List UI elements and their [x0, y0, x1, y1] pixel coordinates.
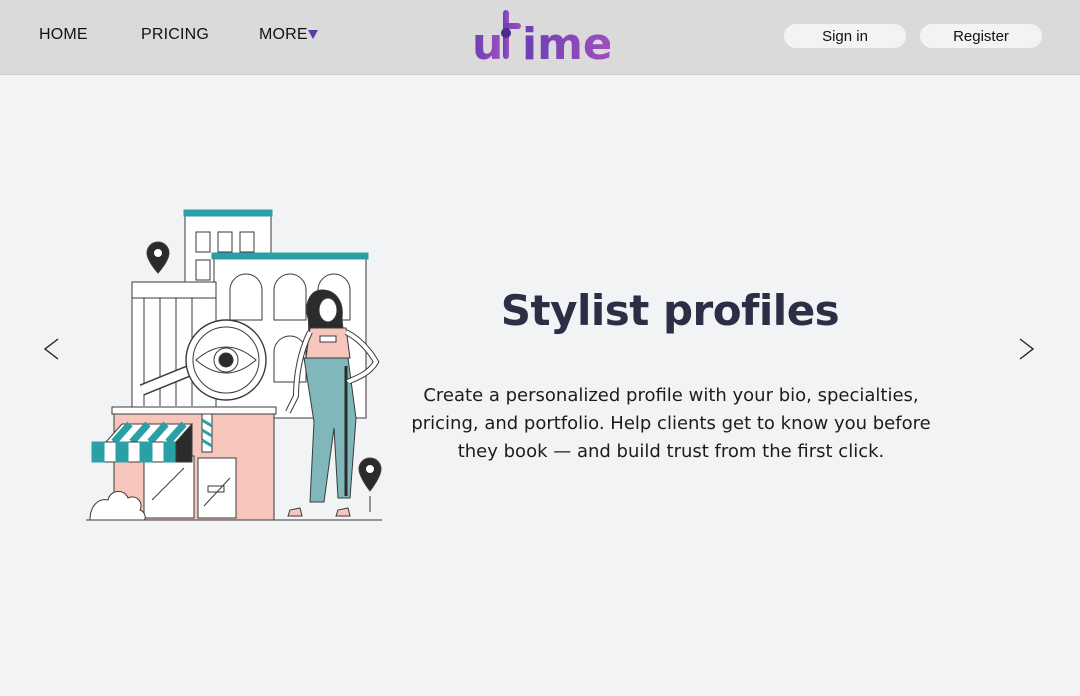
caret-down-icon[interactable]	[308, 30, 318, 39]
slide-description: Create a personalized profile with your …	[411, 385, 931, 462]
slide-title: Stylist profiles	[500, 286, 840, 335]
nav-more-dropdown[interactable]: MORE	[259, 26, 308, 44]
logo-text-start: u	[472, 19, 503, 68]
utime-logo[interactable]: u ime	[470, 6, 610, 68]
chevron-right-icon[interactable]	[1014, 336, 1038, 362]
top-navigation-bar: HOME PRICING MORE u ime Sign in Register	[0, 0, 1080, 75]
stylist-storefront-illustration	[86, 209, 382, 521]
chevron-left-icon[interactable]	[40, 336, 64, 362]
nav-pricing-link[interactable]: PRICING	[141, 26, 209, 44]
register-button[interactable]: Register	[920, 24, 1042, 48]
logo-text-end: ime	[522, 19, 610, 68]
sign-in-button[interactable]: Sign in	[784, 24, 906, 48]
nav-home-link[interactable]: HOME	[39, 26, 88, 44]
